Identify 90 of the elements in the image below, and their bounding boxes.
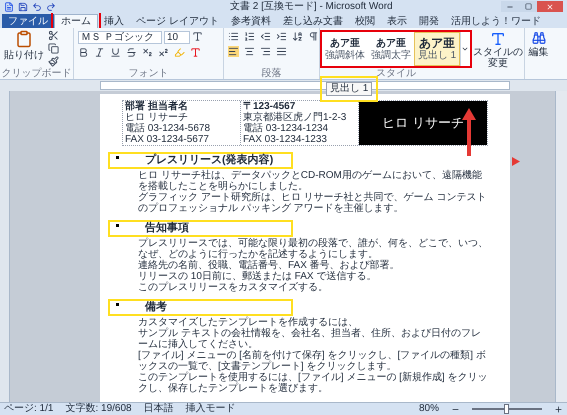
ribbon-tab[interactable]: ページ レイアウト — [130, 14, 225, 28]
body-text: プレスリリースでは、可能な限り最初の段落で、誰が、何を、どこで、いつ、なぜ、どのように行ったかを記述するようにします。 — [137, 238, 488, 260]
justify-icon[interactable] — [276, 46, 287, 57]
zoom-percent[interactable]: 80% — [418, 403, 439, 415]
copy-icon[interactable] — [48, 43, 59, 54]
clipboard-icon — [15, 30, 33, 48]
body-text: [ファイル] メニューの [名前を付けて保存] をクリックし、[ファイルの種類] ボックスの一覧で、[文書テンプレート] をクリックします。 — [137, 350, 487, 372]
ribbon-tab[interactable]: ホーム — [54, 14, 98, 28]
italic-icon[interactable] — [94, 47, 105, 58]
style-tile[interactable]: あア亜 見出し 1 — [414, 32, 460, 66]
maximize-icon — [524, 3, 532, 10]
header-text: 電話 03-1234-5678 — [125, 123, 212, 134]
body-text: このテンプレートを使用するには、[ファイル] メニューの [新規作成] をクリックし、保存したテンプレートを選びます。 — [137, 372, 488, 394]
header-text: 部署 担当者名 — [125, 101, 189, 112]
sort-icon[interactable] — [292, 31, 303, 42]
bullet-icon — [116, 156, 119, 159]
strikethrough-icon[interactable] — [126, 47, 137, 58]
subscript-icon[interactable] — [142, 47, 153, 58]
align-center-icon[interactable] — [244, 46, 255, 57]
slider-thumb[interactable] — [504, 404, 509, 414]
ribbon-tab[interactable]: 差し込み文書 — [276, 14, 349, 28]
header-text: 東京都港区虎ノ門1-2-3 — [243, 112, 348, 123]
header-text: FAX 03-1234-1233 — [243, 134, 328, 145]
word-app-icon[interactable] — [4, 2, 14, 12]
bullet-icon — [116, 303, 119, 306]
increase-indent-icon[interactable] — [276, 31, 287, 42]
page-count[interactable]: ページ: 1/1 — [4, 403, 54, 415]
body-text: リリースの 10日前に、郵送または FAX で送信する。 — [137, 271, 378, 282]
font-color-icon[interactable] — [190, 47, 201, 58]
style-tile[interactable]: あア亜 強調斜体 — [322, 32, 368, 66]
group-label: フォント — [128, 68, 170, 79]
word-count[interactable]: 文字数: 19/608 — [65, 403, 132, 415]
body-text: 連絡先の名前、役職、電話番号、FAX 番号、および部署。 — [137, 260, 401, 271]
cut-icon[interactable] — [48, 30, 59, 41]
group-label: 段落 — [260, 68, 282, 79]
ribbon-tab[interactable]: 校閲 — [348, 14, 381, 28]
pilcrow-icon[interactable] — [308, 31, 319, 42]
header-text: 〒123-4567 — [243, 101, 296, 112]
underline-icon[interactable] — [110, 47, 121, 58]
insert-mode[interactable]: 挿入モード — [186, 403, 236, 415]
maximize-button[interactable] — [519, 1, 537, 12]
section-heading: 備考 — [145, 301, 167, 314]
bold-icon[interactable] — [78, 47, 89, 58]
bullets-icon[interactable] — [228, 31, 239, 42]
ribbon-tab[interactable]: 表示 — [380, 14, 413, 28]
ribbon-tab[interactable]: 活用しよう！ワード — [444, 14, 547, 28]
binoculars-icon — [532, 31, 546, 45]
group-label: クリップボード — [0, 68, 72, 79]
edit-button[interactable]: 編集 — [524, 28, 552, 79]
logo-block: ヒロ リサーチ — [359, 101, 487, 145]
ribbon-tab[interactable]: 開発 — [412, 14, 445, 28]
header-text: FAX 03-1234-5677 — [125, 134, 210, 145]
change-styles-button[interactable]: スタイルの変更 — [472, 28, 524, 79]
paste-button[interactable]: 貼り付け — [4, 30, 44, 68]
section-heading: プレスリリース(発表内容) — [145, 154, 274, 167]
window-title: 文書 2 [互換モード] - Microsoft Word — [230, 0, 393, 13]
zoom-in-icon[interactable] — [554, 404, 563, 414]
gallery-more-icon[interactable] — [461, 45, 469, 53]
header-text: 電話 03-1234-1234 — [243, 123, 330, 134]
close-icon — [546, 2, 554, 10]
group-label: スタイル — [375, 68, 417, 79]
body-text: サンプル テキストの会社情報を、会社名、担当者、住所、および日付のフレームに挿入してください。 — [137, 328, 482, 350]
header-text: ヒロ リサーチ — [125, 112, 189, 123]
redo-icon[interactable] — [46, 2, 56, 12]
letter-icon — [490, 31, 506, 47]
ribbon-tab[interactable]: 参考資料 — [224, 14, 277, 28]
undo-icon[interactable] — [32, 2, 42, 12]
numbering-icon[interactable] — [244, 31, 255, 42]
body-text: ヒロ リサーチ社は、データパックとCD-ROM用のゲームにおいて、遠隔機能を搭載したことを明らかにしました。 — [137, 170, 483, 192]
minimize-button[interactable] — [501, 1, 519, 12]
bullet-icon — [116, 224, 119, 227]
grow-font-icon[interactable] — [192, 31, 203, 42]
triangle-marker — [512, 157, 520, 166]
save-icon[interactable] — [18, 2, 28, 12]
section-heading: 告知事項 — [145, 222, 189, 235]
style-tile[interactable]: あア亜 強調太字 — [368, 32, 414, 66]
language-indicator[interactable]: 日本語 — [144, 403, 174, 415]
brush-icon[interactable] — [48, 56, 59, 67]
font-size-field[interactable]: 10 — [164, 31, 190, 44]
align-left-icon[interactable] — [228, 46, 239, 57]
decrease-indent-icon[interactable] — [260, 31, 271, 42]
body-text: カスタマイズしたテンプレートを作成するには、 — [137, 317, 358, 328]
body-text: グラフィック アート研究所は、ヒロ リサーチ社と共同で、ゲーム コンテストのプロフェッショナル パッキング アワードを主催します。 — [137, 192, 488, 214]
annotation-arrow — [462, 108, 476, 156]
ribbon-tab[interactable]: ファイル — [2, 14, 54, 28]
superscript-icon[interactable] — [158, 47, 169, 58]
body-text: このプレスリリースをカスタマイズする。 — [137, 282, 329, 293]
ribbon-tab[interactable]: 挿入 — [98, 14, 130, 28]
font-name-field[interactable]: ＭＳ Ｐゴシック — [78, 31, 162, 44]
align-right-icon[interactable] — [260, 46, 271, 57]
